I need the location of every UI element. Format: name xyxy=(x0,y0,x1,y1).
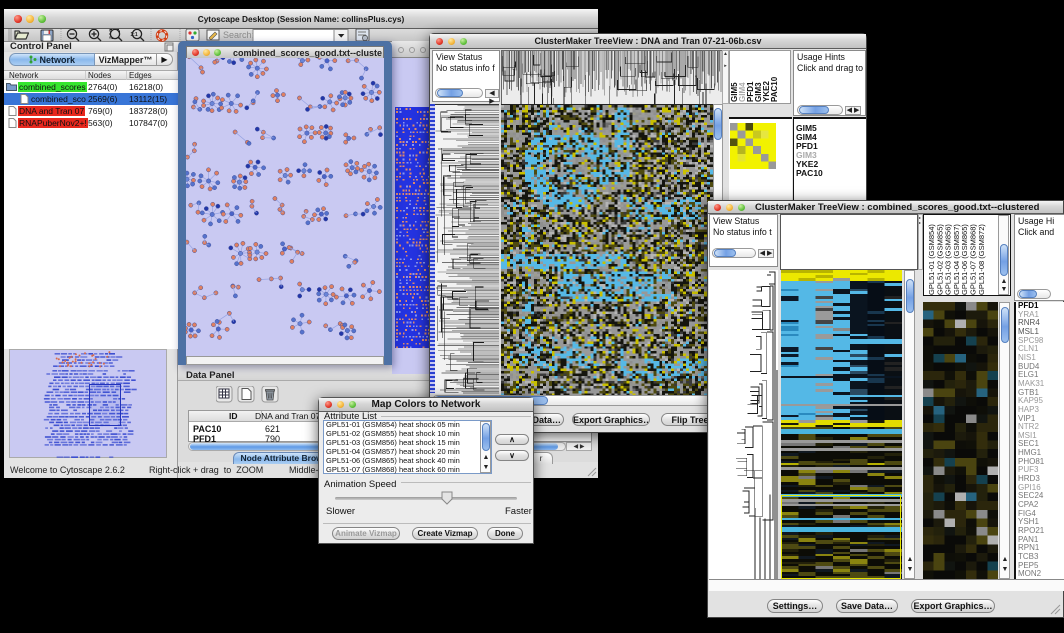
svg-text:GPL51-08 (GSM872): GPL51-08 (GSM872) xyxy=(977,224,986,295)
svg-text:Search:: Search: xyxy=(223,30,254,40)
svg-text:PAC10: PAC10 xyxy=(770,76,779,102)
svg-text:1:1: 1:1 xyxy=(130,32,137,38)
